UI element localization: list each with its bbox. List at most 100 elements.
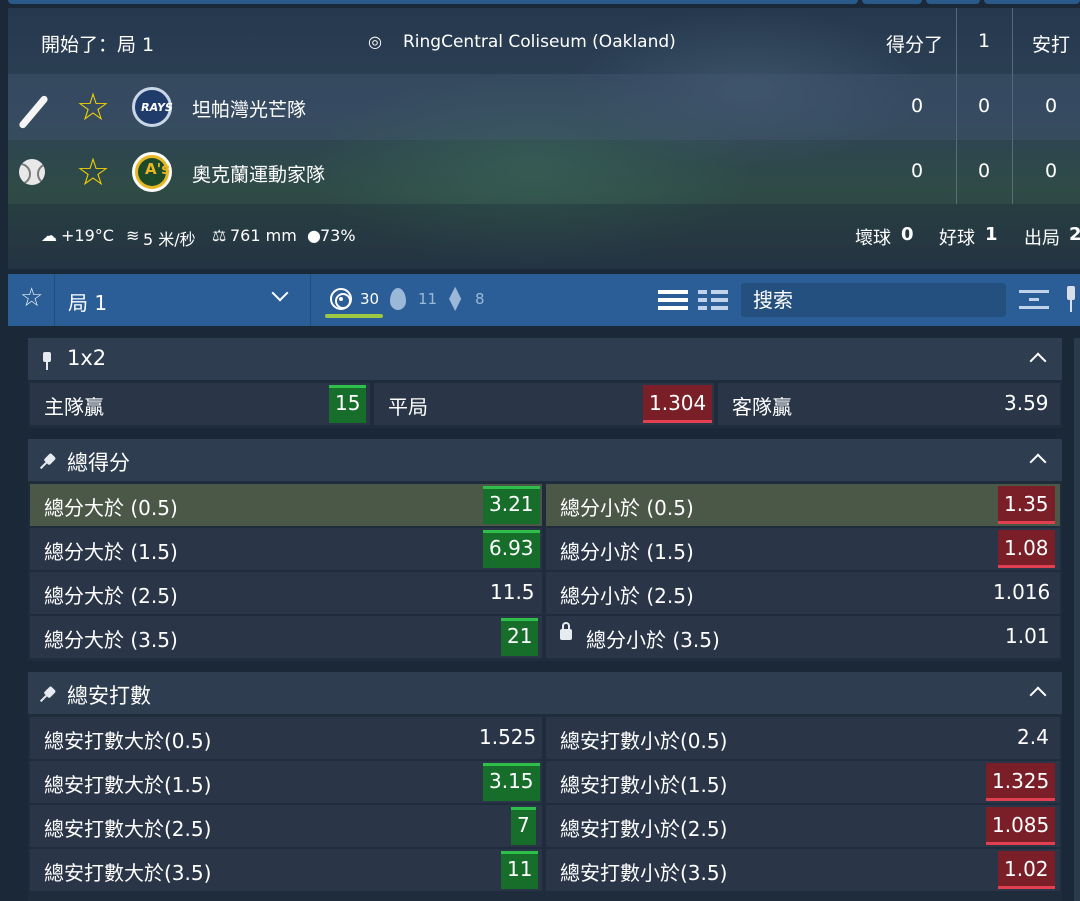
- odds-value-down: 1.35: [998, 486, 1055, 524]
- market-header[interactable]: 總得分: [28, 439, 1062, 481]
- odds-cell[interactable]: 總安打數大於(3.5) 11: [30, 849, 542, 891]
- top-strip-segment: [926, 0, 980, 4]
- team-name: 奧克蘭運動家隊: [192, 164, 326, 186]
- humidity-icon: ●: [307, 226, 321, 245]
- odds-label: 總安打數小於(2.5): [560, 817, 728, 841]
- sort-arrows-icon[interactable]: ▲ ▼: [449, 284, 461, 312]
- lock-icon: [560, 622, 572, 640]
- period-select[interactable]: 局 1: [68, 287, 107, 316]
- divider: [310, 274, 311, 326]
- odds-cell[interactable]: 總安打數小於(0.5) 2.4: [546, 717, 1060, 759]
- odds-value-down: 1.085: [986, 807, 1056, 845]
- col-inning-header: 1: [978, 30, 991, 52]
- odds-value-up: 3.15: [483, 763, 540, 801]
- pin-icon[interactable]: [1063, 286, 1079, 314]
- hot-markets-count[interactable]: 11: [418, 290, 437, 308]
- chevron-down-icon[interactable]: [271, 284, 289, 302]
- odds-value: 1.016: [993, 580, 1051, 604]
- chevron-up-icon[interactable]: [1029, 453, 1047, 471]
- odds-label: 總安打數小於(0.5): [560, 729, 728, 753]
- odds-label: 總分小於 (1.5): [560, 540, 694, 564]
- odds-value-down: 1.304: [643, 385, 713, 423]
- col-hits-header: 安打: [1032, 34, 1071, 56]
- odds-value-up: 7: [511, 807, 536, 845]
- balls-count: 0: [901, 224, 914, 245]
- grid-view-icon[interactable]: [698, 290, 728, 310]
- odds-value-up: 15: [329, 385, 367, 423]
- chevron-up-icon[interactable]: [1029, 686, 1047, 704]
- scrollbar[interactable]: [1074, 338, 1080, 901]
- odds-cell[interactable]: 總分大於 (2.5) 11.5: [30, 572, 542, 614]
- market-toolbar: ☆ 局 1 30 11 ▲ ▼ 8: [8, 274, 1080, 326]
- odds-cell[interactable]: 總安打數大於(0.5) 1.525: [30, 717, 542, 759]
- game-status: 開始了：局 1: [41, 34, 155, 56]
- odds-value-up: 21: [501, 618, 539, 656]
- odds-label: 總分大於 (3.5): [44, 628, 178, 652]
- odds-cell[interactable]: 主隊贏 15: [30, 383, 370, 425]
- stadium-icon: ◎: [368, 32, 382, 51]
- odds-label: 總安打數小於(3.5): [560, 861, 728, 885]
- odds-label: 總安打數大於(0.5): [44, 729, 212, 753]
- team-runs: 0: [911, 95, 924, 117]
- target-icon[interactable]: [330, 288, 352, 310]
- odds-label: 平局: [388, 395, 428, 419]
- odds-cell[interactable]: 總分大於 (3.5) 21: [30, 616, 542, 658]
- odds-label: 總分小於 (3.5): [586, 628, 720, 652]
- market-title: 1x2: [67, 346, 107, 370]
- odds-cell[interactable]: 總安打數大於(1.5) 3.15: [30, 761, 542, 803]
- active-filter-underline: [325, 314, 383, 318]
- humidity: 73%: [320, 226, 356, 245]
- team-inning-score: 0: [978, 95, 991, 117]
- odds-cell[interactable]: 總安打數小於(2.5) 1.085: [546, 805, 1060, 847]
- odds-cell[interactable]: 總安打數小於(1.5) 1.325: [546, 761, 1060, 803]
- all-markets-count[interactable]: 30: [360, 290, 379, 308]
- odds-cell[interactable]: 客隊贏 3.59: [718, 383, 1060, 425]
- odds-value: 1.01: [1005, 624, 1050, 648]
- temperature: +19°C: [61, 226, 114, 245]
- pressure: 761 mm: [230, 226, 297, 245]
- chevron-up-icon[interactable]: [1029, 352, 1047, 370]
- market-header[interactable]: 1x2: [28, 338, 1062, 380]
- odds-value-up: 6.93: [483, 530, 540, 568]
- wind-icon: ≋: [126, 226, 140, 245]
- collapse-all-icon[interactable]: [1019, 290, 1049, 310]
- markets-list: 1x2 主隊贏 15 平局 1.304 客隊贏 3.59 總得分 總分大於 (0…: [28, 338, 1062, 901]
- weather-row: ☁ +19°C ≋ 5 米/秒 ⚖ 761 mm ● 73% 壞球 0 好球 1…: [8, 204, 1080, 269]
- venue-name: RingCentral Coliseum (Oakland): [403, 32, 676, 52]
- odds-label: 總分大於 (2.5): [44, 584, 178, 608]
- pin-icon[interactable]: [41, 352, 53, 370]
- odds-value: 11.5: [490, 580, 535, 604]
- odds-cell[interactable]: 總安打數大於(2.5) 7: [30, 805, 542, 847]
- sort-count[interactable]: 8: [475, 290, 485, 308]
- wind-speed: 5 米/秒: [143, 230, 196, 249]
- list-view-icon[interactable]: [658, 290, 688, 310]
- odds-cell[interactable]: 總安打數小於(3.5) 1.02: [546, 849, 1060, 891]
- odds-value-up: 3.21: [483, 486, 540, 524]
- pin-icon[interactable]: [36, 451, 57, 472]
- odds-label: 主隊贏: [44, 395, 104, 419]
- odds-value-down: 1.325: [986, 763, 1056, 801]
- favorite-star-icon[interactable]: ☆: [20, 283, 43, 313]
- favorite-star-icon[interactable]: ☆: [76, 88, 110, 126]
- odds-value-down: 1.02: [998, 851, 1055, 889]
- odds-label: 總分小於 (2.5): [560, 584, 694, 608]
- odds-cell[interactable]: 總分小於 (2.5) 1.016: [546, 572, 1060, 614]
- flame-icon[interactable]: [390, 288, 406, 310]
- top-strip: [0, 0, 1080, 8]
- odds-cell[interactable]: 平局 1.304: [374, 383, 714, 425]
- odds-value-up: 11: [501, 851, 539, 889]
- market-header[interactable]: 總安打數: [28, 672, 1062, 714]
- odds-label: 總分大於 (0.5): [44, 496, 178, 520]
- team-row-away: ☆ A's 奧克蘭運動家隊 0 0 0: [8, 140, 1080, 204]
- odds-cell[interactable]: 總分小於 (1.5) 1.08: [546, 528, 1060, 570]
- odds-label: 總分小於 (0.5): [560, 496, 694, 520]
- odds-cell[interactable]: 總分小於 (0.5) 1.35: [546, 484, 1060, 526]
- odds-cell[interactable]: 總分大於 (1.5) 6.93: [30, 528, 542, 570]
- divider: [54, 274, 55, 326]
- pin-icon[interactable]: [36, 684, 57, 705]
- market-title: 總得分: [67, 451, 130, 475]
- search-input[interactable]: [741, 283, 1006, 317]
- odds-cell[interactable]: 總分大於 (0.5) 3.21: [30, 484, 542, 526]
- favorite-star-icon[interactable]: ☆: [76, 153, 110, 191]
- bat-icon: [17, 94, 50, 130]
